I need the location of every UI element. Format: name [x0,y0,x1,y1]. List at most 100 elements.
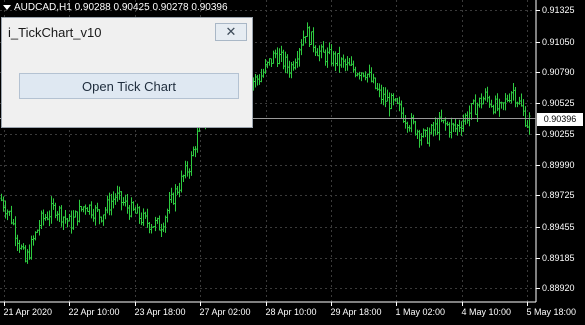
ohlc-bar [292,61,295,71]
ohlc-bar [430,123,433,135]
ohlc-bar [68,214,71,222]
ohlc-bar [440,109,443,123]
ohlc-bar [40,210,43,230]
dialog-close-button[interactable]: ✕ [215,23,247,41]
ohlc-bar [410,113,413,133]
ohlc-bar [492,104,495,115]
x-tick-label: 21 Apr 2020 [3,307,53,317]
ohlc-bar [78,199,81,223]
ohlc-bar [342,54,345,68]
ohlc-bar [10,205,13,225]
close-icon[interactable]: ✕ [226,24,237,40]
ohlc-bar [282,49,285,70]
ohlc-bar [392,93,395,106]
x-tick-label: 1 May 02:00 [395,307,446,317]
ohlc-bar [376,82,379,91]
ohlc-bar [60,205,63,227]
ohlc-bar [386,89,389,102]
ohlc-bar [142,208,145,226]
ohlc-bar [426,127,429,145]
ohlc-bar [278,48,281,65]
y-tick-label: 0.88920 [542,282,575,293]
ohlc-bar [290,61,293,79]
ohlc-bar [516,101,519,108]
dropdown-arrow-icon[interactable] [3,4,11,10]
symbol-info[interactable]: AUDCAD,H1 0.90288 0.90425 0.90278 0.9039… [3,2,228,13]
ohlc-bar [166,208,169,223]
ohlc-bar [176,185,179,195]
ohlc-bar [272,50,275,64]
ohlc-bar [306,22,309,38]
ohlc-bar [286,54,289,74]
ohlc-bar [448,122,451,138]
ohlc-bar [190,151,193,176]
ohlc-bar [130,197,133,218]
ohlc-bar [384,87,387,108]
ohlc-bar [348,58,351,66]
ohlc-bar [340,57,343,68]
ohlc-bar [504,93,507,111]
ohlc-bar [96,202,99,212]
time-axis-ticks [4,302,528,306]
ohlc-bar [128,204,131,220]
x-tick-label: 23 Apr 18:00 [134,307,186,317]
open-tick-chart-button[interactable]: Open Tick Chart [19,73,239,99]
ohlc-bar [48,210,51,227]
ohlc-bar [474,94,477,115]
x-tick-label: 4 May 10:00 [461,307,512,317]
ohlc-bar [500,101,503,109]
ohlc-bar [132,201,135,211]
ohlc-bar [116,185,119,202]
ohlc-bar [20,244,23,250]
ohlc-bar [36,229,39,233]
ohlc-bar [46,211,49,221]
ohlc-bar [370,67,373,83]
ohlc-bar [110,193,113,216]
ohlc-bar [66,217,69,228]
ohlc-bar [362,72,365,78]
ohlc-bar [346,56,349,71]
ohlc-bar [122,197,125,206]
ohlc-bar [436,117,439,135]
ohlc-bar [408,125,411,132]
ohlc-bar [464,113,467,125]
ohlc-bar [64,210,67,224]
ohlc-bar [24,245,27,263]
ohlc-bar [136,203,139,214]
ohlc-bar [152,226,155,228]
ohlc-bar [30,235,33,260]
ohlc-bar [254,74,257,88]
ohlc-bar [374,77,377,90]
ohlc-bar [6,209,9,221]
ohlc-bar [32,235,35,246]
y-tick-label: 0.89455 [542,221,575,232]
ohlc-bar [100,216,103,223]
ohlc-bar [144,211,147,219]
ohlc-bar [172,192,175,205]
ohlc-bar [104,206,107,220]
ohlc-bar [44,213,47,221]
ohlc-bar [350,56,353,67]
ohlc-bar [146,208,149,228]
ohlc-bar [454,118,457,133]
tick-chart-dialog: i_TickChart_v10 ✕ Open Tick Chart [1,17,253,128]
ohlc-bar [184,160,187,179]
ohlc-bar [420,133,423,146]
ohlc-bar [380,84,383,105]
ohlc-bar [80,206,83,212]
ohlc-bar [498,98,501,117]
ohlc-bar [154,216,157,232]
ohlc-bar [466,111,469,124]
y-tick-label: 0.90525 [542,97,575,108]
ohlc-low: 0.90278 [152,2,189,13]
y-tick-label: 0.89185 [542,252,575,263]
ohlc-bar [70,210,73,234]
ohlc-bar [418,129,421,148]
ohlc-bar [260,68,263,83]
ohlc-bar [112,191,115,209]
ohlc-bar [344,58,347,72]
ohlc-bar [188,168,191,179]
ohlc-bar [482,96,485,105]
ohlc-bar [28,244,31,260]
ohlc-bar [126,193,129,214]
